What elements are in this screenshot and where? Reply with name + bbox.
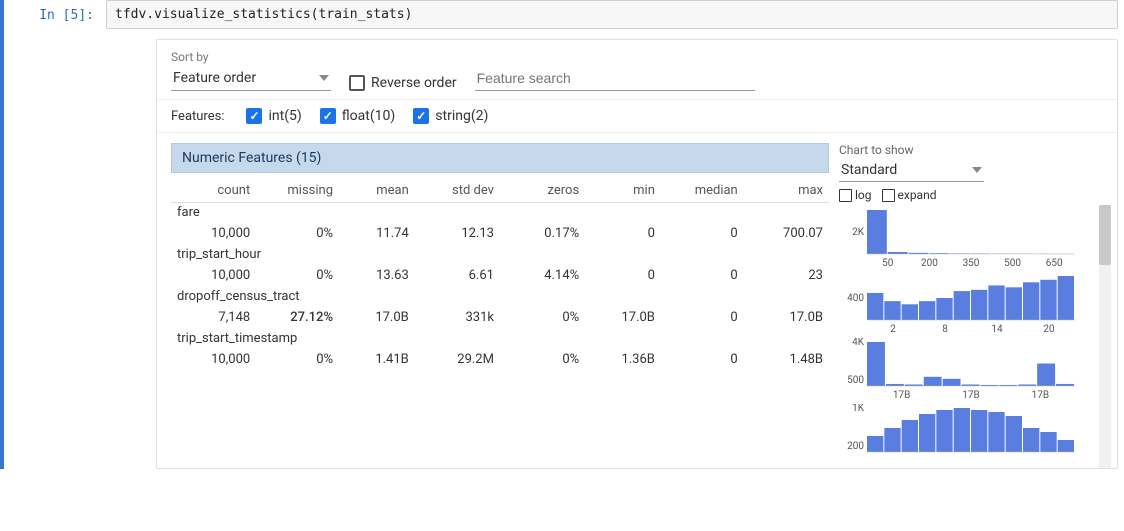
cell-std: 29.2M bbox=[415, 350, 500, 371]
col-std[interactable]: std dev bbox=[415, 179, 500, 203]
cell-min: 1.36B bbox=[585, 350, 661, 371]
log-checkbox[interactable]: log bbox=[839, 188, 872, 202]
chart-to-show-label: Chart to show bbox=[839, 143, 1109, 157]
svg-text:50: 50 bbox=[882, 258, 894, 268]
checkbox-icon bbox=[349, 75, 365, 91]
svg-text:2K: 2K bbox=[852, 227, 865, 238]
cell-missing: 0% bbox=[256, 224, 339, 245]
stats-table: count missing mean std dev zeros min med… bbox=[171, 179, 829, 371]
sort-by-select[interactable]: Feature order bbox=[171, 66, 331, 91]
feature-name[interactable]: trip_start_timestamp bbox=[171, 329, 829, 350]
svg-text:14: 14 bbox=[991, 324, 1003, 334]
svg-text:200: 200 bbox=[847, 441, 864, 452]
checkbox-icon: ✓ bbox=[413, 108, 429, 124]
cell-missing: 27.12% bbox=[256, 308, 339, 329]
col-median[interactable]: median bbox=[661, 179, 744, 203]
table-row: 10,0000%13.636.614.14%0023 bbox=[171, 266, 829, 287]
cell-zeros: 0% bbox=[500, 350, 585, 371]
cell-max: 1.48B bbox=[744, 350, 829, 371]
svg-text:400: 400 bbox=[847, 293, 864, 304]
cell-count: 10,000 bbox=[171, 266, 256, 287]
cell-mean: 13.63 bbox=[339, 266, 415, 287]
histogram-dropoff_census_tract[interactable]: 4K 500 17B 17B 17B bbox=[839, 338, 1109, 400]
chevron-down-icon bbox=[972, 167, 982, 173]
cell-mean: 11.74 bbox=[339, 224, 415, 245]
cell-prompt: In [5]: bbox=[16, 0, 106, 469]
table-row: 10,0000%1.41B29.2M0%1.36B01.48B bbox=[171, 350, 829, 371]
cell-median: 0 bbox=[661, 266, 744, 287]
sort-by-label: Sort by bbox=[171, 50, 331, 64]
cell-std: 331k bbox=[415, 308, 500, 329]
col-mean[interactable]: mean bbox=[339, 179, 415, 203]
col-max[interactable]: max bbox=[744, 179, 829, 203]
filter-float-checkbox[interactable]: ✓ float(10) bbox=[320, 108, 396, 124]
chevron-down-icon bbox=[319, 75, 329, 81]
section-header[interactable]: Numeric Features (15) bbox=[171, 143, 829, 173]
features-label: Features: bbox=[171, 109, 224, 124]
col-min[interactable]: min bbox=[585, 179, 661, 203]
scrollbar[interactable] bbox=[1099, 205, 1111, 468]
cell-max: 700.07 bbox=[744, 224, 829, 245]
feature-name[interactable]: fare bbox=[171, 203, 829, 225]
col-missing[interactable]: missing bbox=[256, 179, 339, 203]
cell-zeros: 0.17% bbox=[500, 224, 585, 245]
svg-text:17B: 17B bbox=[893, 390, 910, 400]
svg-text:350: 350 bbox=[963, 258, 980, 268]
cell-std: 12.13 bbox=[415, 224, 500, 245]
cell-median: 0 bbox=[661, 224, 744, 245]
cell-zeros: 4.14% bbox=[500, 266, 585, 287]
col-zeros[interactable]: zeros bbox=[500, 179, 585, 203]
cell-count: 10,000 bbox=[171, 350, 256, 371]
svg-text:1K: 1K bbox=[852, 404, 865, 414]
svg-text:20: 20 bbox=[1043, 324, 1055, 334]
cell-max: 23 bbox=[744, 266, 829, 287]
col-count[interactable]: count bbox=[171, 179, 256, 203]
checkbox-icon: ✓ bbox=[320, 108, 336, 124]
table-row: 7,14827.12%17.0B331k0%17.0B017.0B bbox=[171, 308, 829, 329]
feature-search-input[interactable] bbox=[475, 66, 755, 91]
cell-zeros: 0% bbox=[500, 308, 585, 329]
table-row: 10,0000%11.7412.130.17%00700.07 bbox=[171, 224, 829, 245]
cell-missing: 0% bbox=[256, 350, 339, 371]
svg-text:4K: 4K bbox=[852, 338, 865, 348]
svg-text:8: 8 bbox=[942, 324, 948, 334]
expand-checkbox[interactable]: expand bbox=[882, 188, 937, 202]
feature-name[interactable]: dropoff_census_tract bbox=[171, 287, 829, 308]
feature-name[interactable]: trip_start_hour bbox=[171, 245, 829, 266]
svg-text:200: 200 bbox=[921, 258, 938, 268]
svg-text:650: 650 bbox=[1046, 258, 1063, 268]
histogram-trip_start_timestamp[interactable]: 1K 200 bbox=[839, 404, 1109, 466]
filter-int-checkbox[interactable]: ✓ int(5) bbox=[246, 108, 301, 124]
svg-text:2: 2 bbox=[890, 324, 896, 334]
cell-count: 10,000 bbox=[171, 224, 256, 245]
cell-mean: 17.0B bbox=[339, 308, 415, 329]
cell-std: 6.61 bbox=[415, 266, 500, 287]
cell-median: 0 bbox=[661, 308, 744, 329]
checkbox-icon: ✓ bbox=[246, 108, 262, 124]
output-widget: Sort by Feature order Reverse order Feat… bbox=[156, 39, 1118, 469]
code-cell[interactable]: tfdv.visualize_statistics(train_stats) bbox=[106, 0, 1118, 29]
cell-min: 0 bbox=[585, 224, 661, 245]
cell-count: 7,148 bbox=[171, 308, 256, 329]
svg-text:500: 500 bbox=[1004, 258, 1021, 268]
reverse-order-checkbox[interactable]: Reverse order bbox=[349, 75, 457, 91]
cell-median: 0 bbox=[661, 350, 744, 371]
histogram-fare[interactable]: 2K 50 200 350 500 650 bbox=[839, 206, 1109, 268]
svg-text:500: 500 bbox=[847, 375, 864, 386]
cell-missing: 0% bbox=[256, 266, 339, 287]
histogram-trip_start_hour[interactable]: 400 2 8 14 20 bbox=[839, 272, 1109, 334]
filter-string-checkbox[interactable]: ✓ string(2) bbox=[413, 108, 488, 124]
svg-text:17B: 17B bbox=[1032, 390, 1049, 400]
cell-max: 17.0B bbox=[744, 308, 829, 329]
svg-text:17B: 17B bbox=[962, 390, 979, 400]
scrollbar-thumb[interactable] bbox=[1099, 205, 1111, 265]
cell-min: 0 bbox=[585, 266, 661, 287]
cell-min: 17.0B bbox=[585, 308, 661, 329]
chart-type-select[interactable]: Standard bbox=[839, 159, 984, 182]
cell-mean: 1.41B bbox=[339, 350, 415, 371]
